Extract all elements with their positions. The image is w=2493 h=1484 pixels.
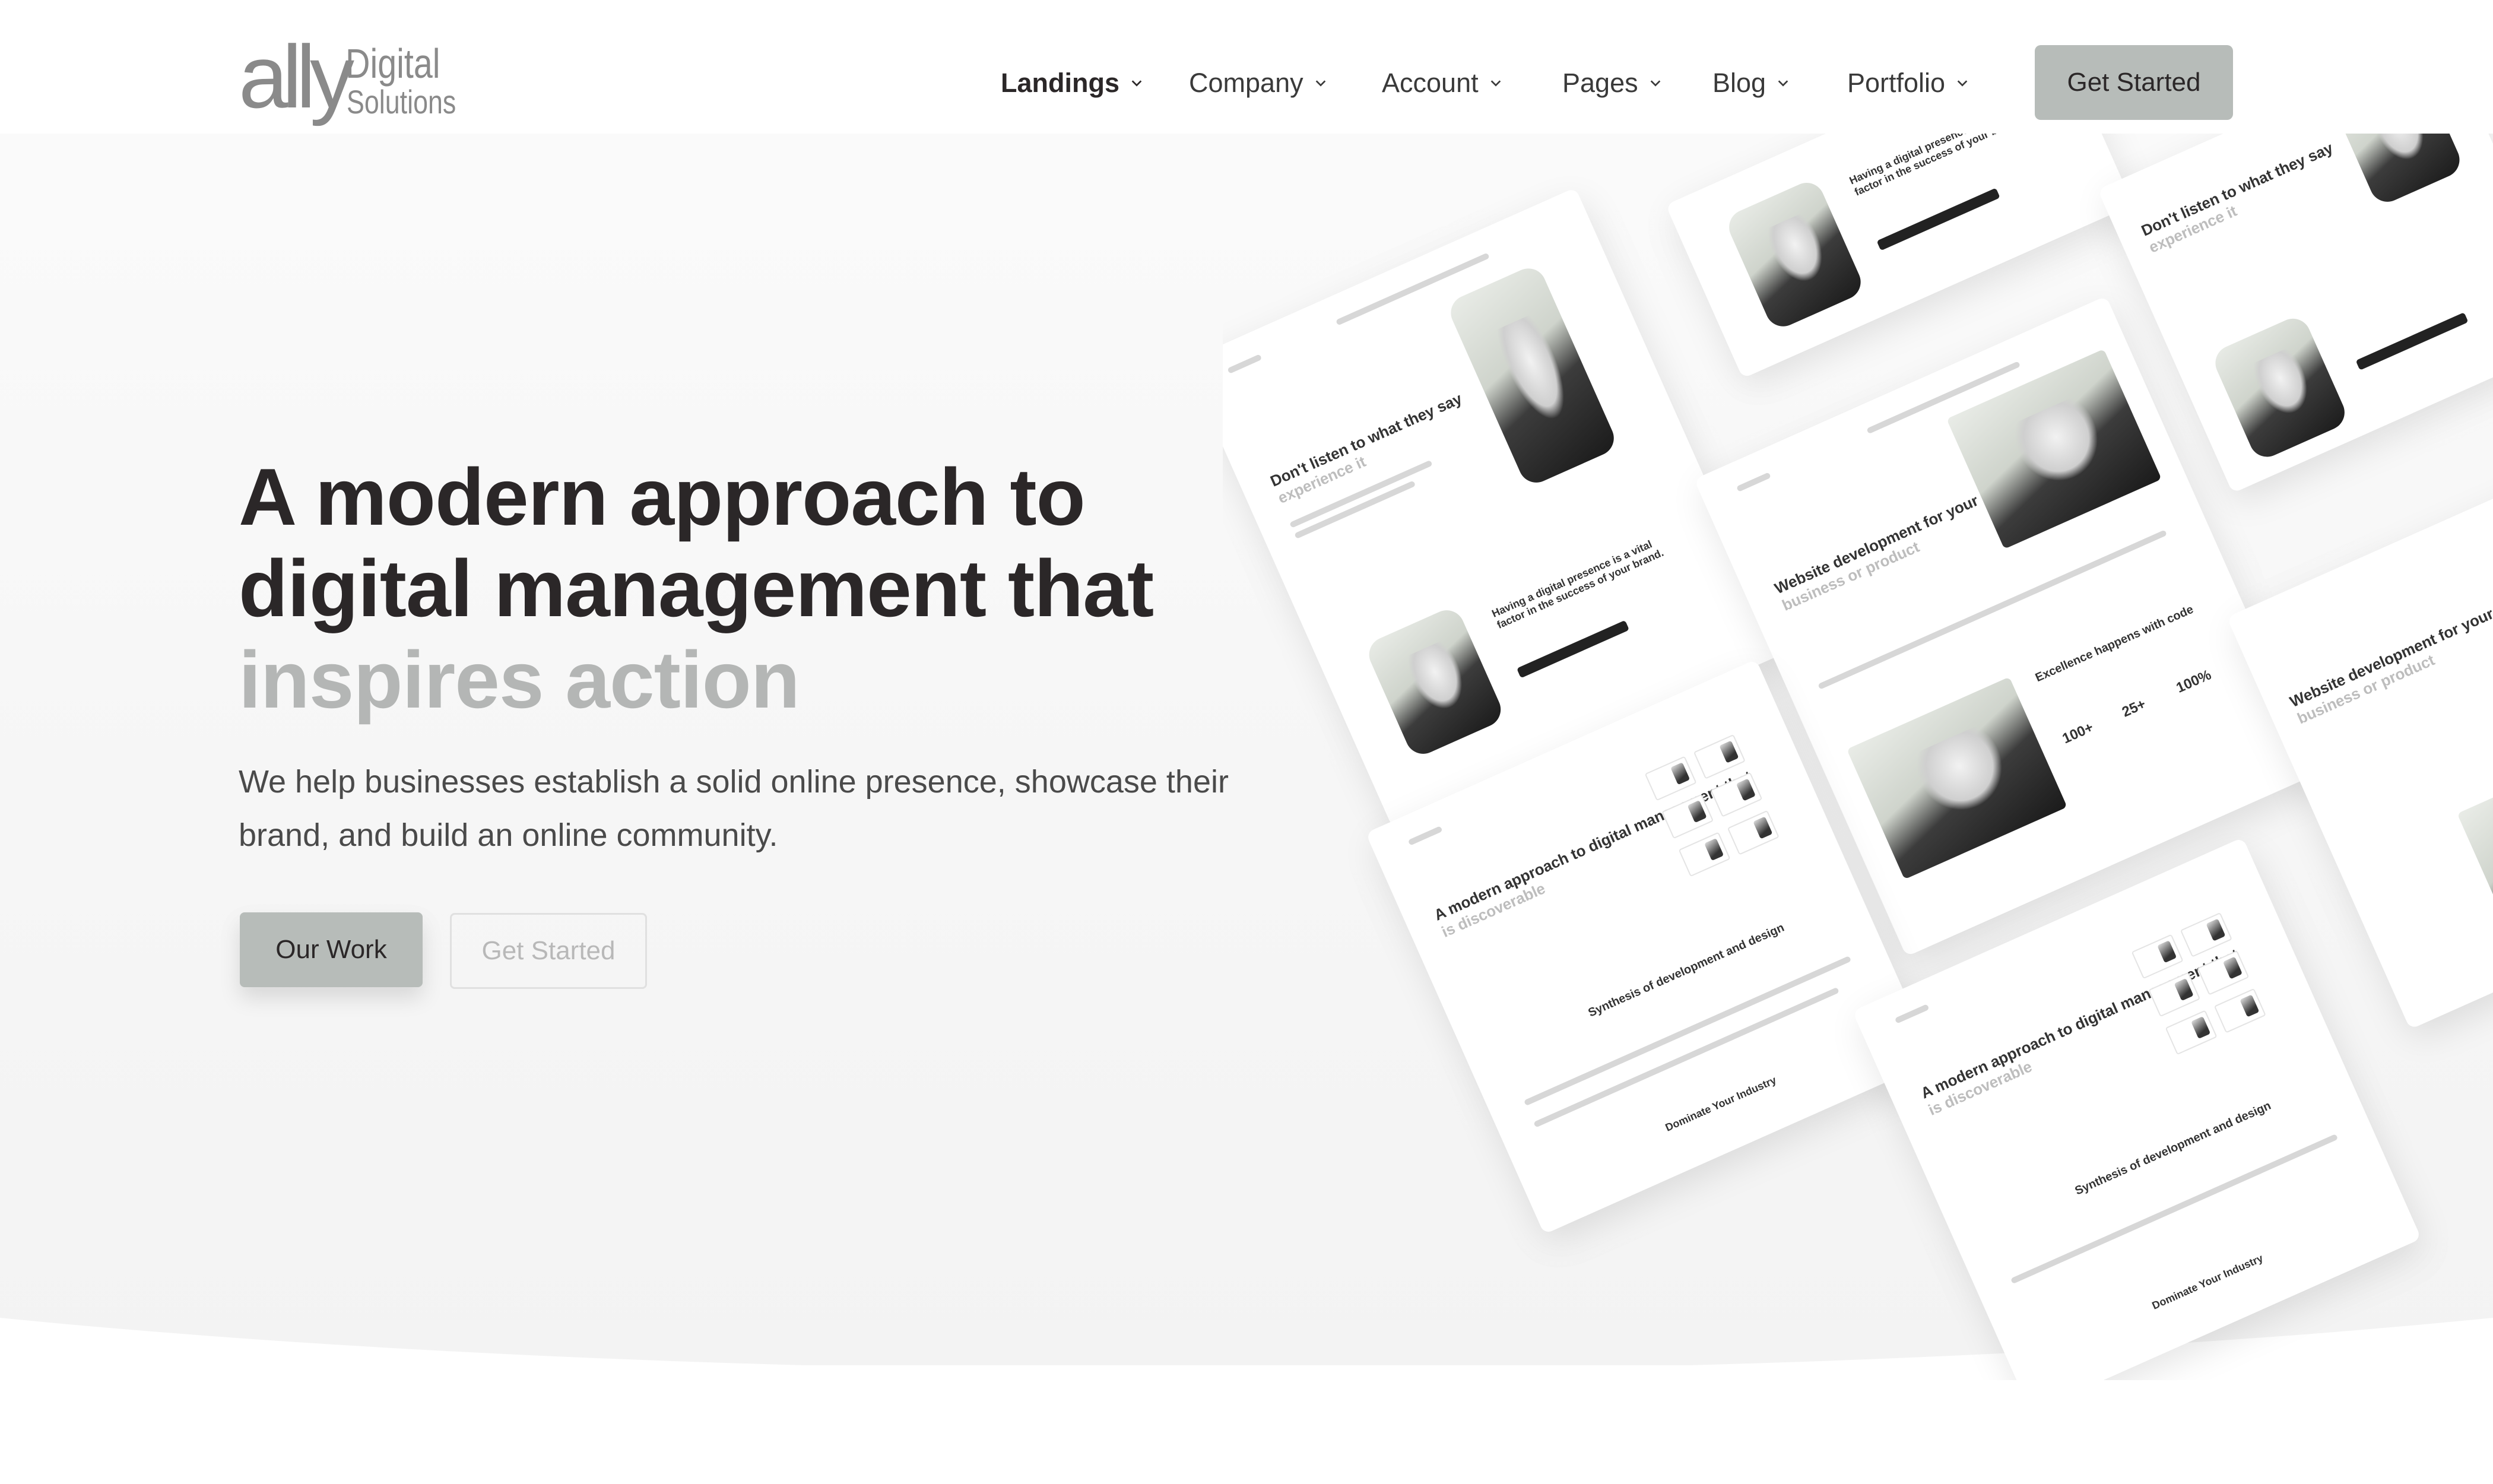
mockup-nav-line — [1894, 1004, 1930, 1024]
mockup-collage: Don't listen to what they say experience … — [1223, 134, 2493, 1380]
mockup-title: Having a digital presence is a vital fac… — [1490, 538, 1666, 632]
nav-company[interactable]: Company — [1189, 64, 1327, 102]
mockup-nav-line — [1227, 354, 1263, 374]
headline-line-2: digital management that — [239, 543, 1154, 633]
mockup-photo — [1847, 677, 2067, 880]
mockup-title: Synthesis of development and design — [1586, 921, 1787, 1020]
mockup-text-line — [2010, 1134, 2339, 1285]
nav-pages[interactable]: Pages — [1562, 64, 1662, 102]
mockup-thumb — [2213, 988, 2266, 1033]
nav-portfolio-label: Portfolio — [1847, 68, 1946, 98]
mockup-phone-photo — [1723, 177, 1867, 332]
nav-blog-label: Blog — [1712, 68, 1766, 98]
mockup-title: Website development for your business or … — [1771, 491, 1981, 614]
mockup-bar — [1517, 620, 1630, 678]
mockup-thumb — [2165, 1010, 2218, 1055]
hero-subtext: We help businesses establish a solid onl… — [239, 764, 1229, 853]
nav-account-label: Account — [1382, 68, 1479, 98]
brand-logo[interactable]: ally Digital Solutions — [239, 32, 456, 123]
chevron-down-icon — [1490, 80, 1501, 87]
nav-pages-label: Pages — [1562, 68, 1638, 98]
nav-landings-label: Landings — [1001, 68, 1119, 98]
nav-blog[interactable]: Blog — [1712, 64, 1790, 102]
our-work-button[interactable]: Our Work — [240, 912, 423, 987]
mockup-title: Excellence happens with code — [2033, 603, 2196, 685]
get-started-hero-button[interactable]: Get Started — [450, 913, 647, 989]
mockup-title: Website development for your business or … — [2286, 604, 2493, 728]
mockup-stat: 100+ — [2060, 719, 2096, 747]
nav-company-label: Company — [1189, 68, 1303, 98]
logo-solutions-text: Solutions — [347, 83, 456, 121]
mockup-title: Having a digital presence is a vital fac… — [1847, 134, 2023, 198]
mockup-nav-line — [1407, 826, 1443, 846]
mockup-text-line — [1533, 987, 1839, 1128]
get-started-header-button[interactable]: Get Started — [2035, 45, 2233, 120]
mockup-title: Dominate Your Industry — [2150, 1252, 2265, 1312]
nav-landings[interactable]: Landings — [1001, 64, 1143, 102]
mockup-bar — [2355, 312, 2469, 370]
mockup-thumb — [1678, 832, 1731, 877]
mockup-thumb — [1727, 810, 1780, 855]
mockup-title: Synthesis of development and design — [2073, 1099, 2273, 1198]
mockup-photo — [2457, 741, 2493, 933]
chevron-down-icon — [1650, 80, 1660, 87]
nav-account[interactable]: Account — [1382, 64, 1502, 102]
chevron-down-icon — [1131, 80, 1142, 87]
mockup-stat: 25+ — [2119, 696, 2149, 721]
mockup-phone-photo — [1363, 604, 1506, 760]
mockup-phone-photo — [2330, 134, 2466, 208]
chevron-down-icon — [1778, 80, 1788, 87]
hero-headline: A modern approach to digital management … — [239, 451, 1307, 725]
headline-line-1: A modern approach to — [239, 452, 1086, 542]
mockup-stat: 100% — [2174, 667, 2214, 696]
mockup-text-line — [1523, 956, 1852, 1106]
chevron-down-icon — [1315, 80, 1325, 87]
mockup-title: Dominate Your Industry — [1663, 1074, 1778, 1134]
mockup-phone-photo — [1445, 262, 1620, 489]
logo-digital-text: Digital — [345, 40, 440, 87]
site-header: ally Digital Solutions Landings Company … — [0, 0, 2493, 134]
mockup-title: Don't listen to what they say experience … — [2138, 138, 2336, 256]
mockup-phone-photo — [2209, 313, 2351, 463]
headline-accent: inspires action — [239, 635, 800, 725]
mockup-nav-line — [1736, 472, 1771, 492]
nav-portfolio[interactable]: Portfolio — [1847, 64, 1969, 102]
mockup-bar — [1876, 188, 2000, 251]
logo-wordmark: ally — [239, 27, 354, 126]
chevron-down-icon — [1957, 80, 1968, 87]
